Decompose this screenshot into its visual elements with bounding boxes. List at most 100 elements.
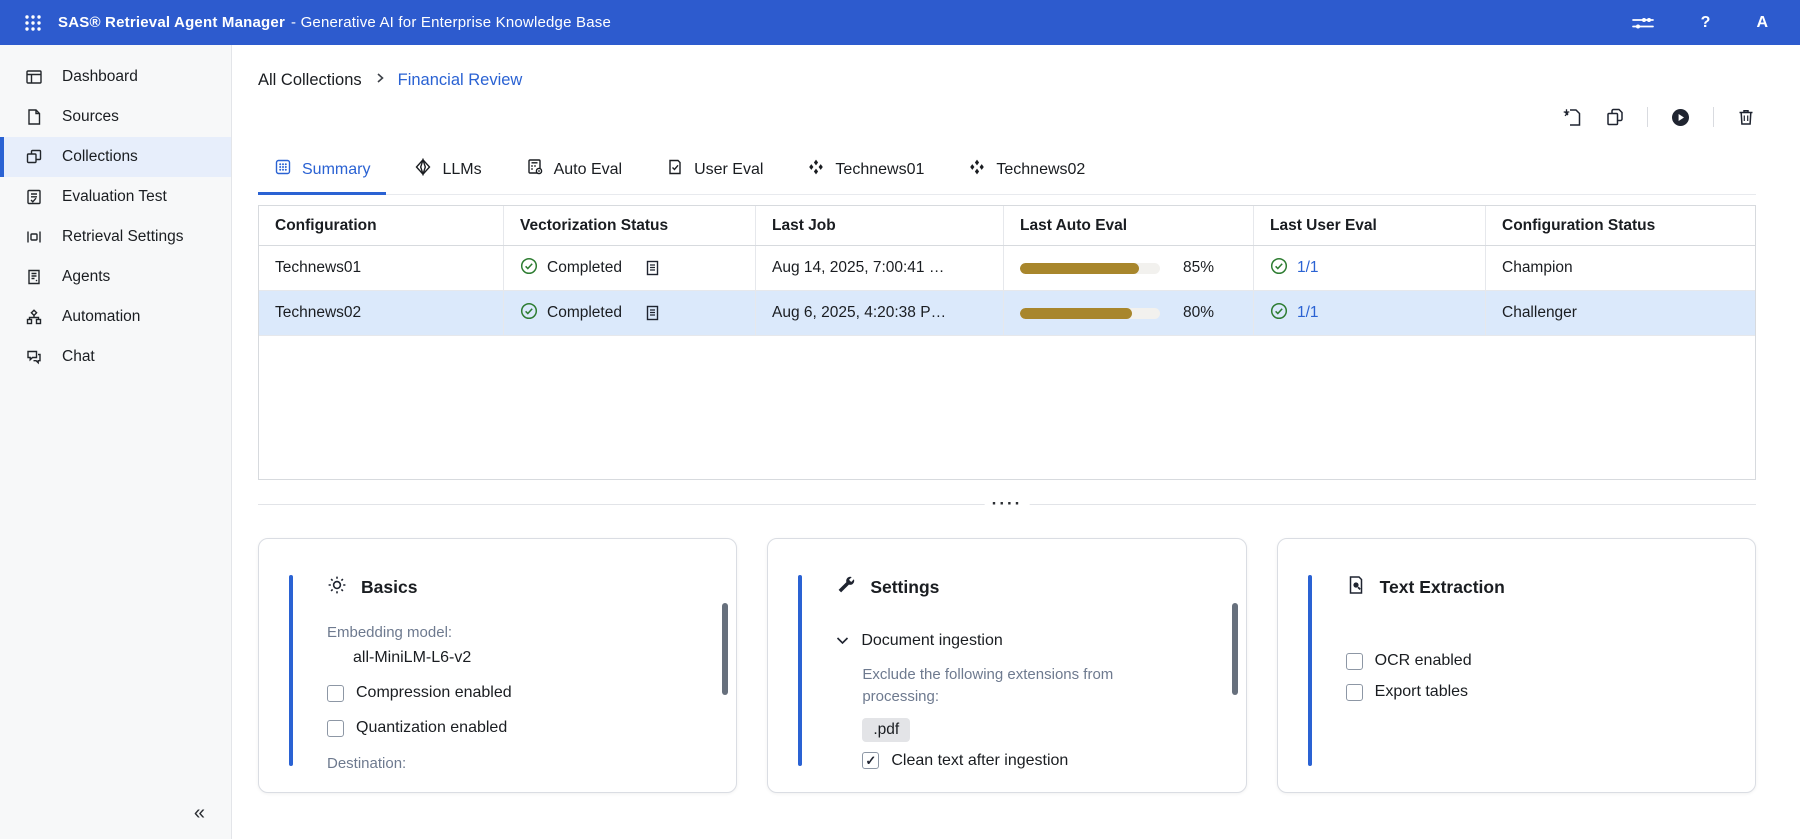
document-ingestion-toggle[interactable]: Document ingestion xyxy=(836,632,1215,650)
last-auto-eval-cell: 85% xyxy=(1004,246,1254,290)
sidebar-collapse-button[interactable]: « xyxy=(194,802,205,825)
compression-checkbox[interactable] xyxy=(327,685,344,702)
column-header: Last Auto Eval xyxy=(1004,206,1254,245)
column-header: Last User Eval xyxy=(1254,206,1486,245)
success-check-icon xyxy=(520,302,538,325)
table-row[interactable]: Technews01 Completed xyxy=(259,246,1755,291)
tab-label: Technews02 xyxy=(996,161,1085,179)
toolbar-divider xyxy=(1713,107,1714,127)
sidebar-item-label: Retrieval Settings xyxy=(62,228,183,246)
success-check-icon xyxy=(1270,257,1288,280)
table-row[interactable]: Technews02 Completed xyxy=(259,291,1755,336)
clean-text-checkbox[interactable] xyxy=(862,752,879,769)
checkbox-label: Compression enabled xyxy=(356,684,512,702)
success-check-icon xyxy=(520,257,538,280)
column-header: Last Job xyxy=(756,206,1004,245)
tab-label: Auto Eval xyxy=(554,161,622,179)
run-icon[interactable] xyxy=(1670,107,1691,128)
llm-gem-icon xyxy=(414,158,432,181)
text-extraction-card: Text Extraction OCR enabled Export table… xyxy=(1277,538,1756,793)
app-root: SAS® Retrieval Agent Manager- Generative… xyxy=(0,0,1800,839)
chat-icon xyxy=(24,348,44,366)
card-title: Settings xyxy=(870,577,939,598)
column-header: Configuration Status xyxy=(1486,206,1755,245)
gear-icon xyxy=(327,575,347,600)
configuration-cell: Technews02 xyxy=(259,291,504,335)
tab-technews01[interactable]: Technews01 xyxy=(791,150,940,195)
last-job-text: Aug 14, 2025, 7:00:41 … xyxy=(772,259,944,277)
app-title-subtitle: - Generative AI for Enterprise Knowledge… xyxy=(291,14,611,31)
sidebar-item-label: Agents xyxy=(62,268,110,286)
sidebar-item-label: Collections xyxy=(62,148,138,166)
sidebar-item-dashboard[interactable]: Dashboard xyxy=(0,57,231,97)
avatar[interactable]: A xyxy=(1756,14,1768,32)
last-auto-eval-cell: 80% xyxy=(1004,291,1254,335)
card-scrollbar[interactable] xyxy=(722,603,728,695)
checkbox-label: Clean text after ingestion xyxy=(891,752,1068,770)
vectorization-status-cell: Completed xyxy=(504,291,756,335)
exclude-extensions-label: Exclude the following extensions from pr… xyxy=(862,664,1192,708)
sliders-icon[interactable] xyxy=(1631,15,1655,31)
user-eval-link[interactable]: 1/1 xyxy=(1297,259,1319,277)
configuration-status-text: Challenger xyxy=(1502,304,1577,322)
embedding-model-label: Embedding model: xyxy=(327,624,706,641)
breadcrumb-current: Financial Review xyxy=(398,71,523,90)
tab-summary[interactable]: Summary xyxy=(258,150,386,195)
log-icon[interactable] xyxy=(645,260,660,276)
breadcrumb: All Collections Financial Review xyxy=(258,71,1756,90)
card-accent-bar xyxy=(798,575,802,766)
detail-cards: Basics Embedding model: all-MiniLM-L6-v2… xyxy=(258,538,1756,793)
log-icon[interactable] xyxy=(645,305,660,321)
config-diamond-icon xyxy=(968,158,986,181)
tab-auto-eval[interactable]: Auto Eval xyxy=(510,150,638,195)
summary-grid-icon xyxy=(274,158,292,181)
vectorization-status-text: Completed xyxy=(547,259,622,277)
settings-card: Settings Document ingestion Exclude the … xyxy=(767,538,1246,793)
last-job-cell: Aug 6, 2025, 4:20:38 P… xyxy=(756,291,1004,335)
configuration-status-cell: Champion xyxy=(1486,246,1755,290)
app-title: SAS® Retrieval Agent Manager- Generative… xyxy=(58,14,611,31)
tab-user-eval[interactable]: User Eval xyxy=(650,150,779,195)
configurations-table: Configuration Vectorization Status Last … xyxy=(258,205,1756,480)
vectorization-status-cell: Completed xyxy=(504,246,756,290)
sidebar-item-label: Automation xyxy=(62,308,140,326)
quantization-checkbox[interactable] xyxy=(327,720,344,737)
user-eval-link[interactable]: 1/1 xyxy=(1297,304,1319,322)
configuration-cell: Technews01 xyxy=(259,246,504,290)
chevron-right-icon xyxy=(374,71,386,90)
column-header: Vectorization Status xyxy=(504,206,756,245)
splitter-drag-handle[interactable]: ···· xyxy=(985,498,1030,510)
card-scrollbar[interactable] xyxy=(1232,603,1238,695)
delete-icon[interactable] xyxy=(1736,107,1756,127)
duplicate-icon[interactable] xyxy=(1605,107,1625,127)
tab-technews02[interactable]: Technews02 xyxy=(952,150,1101,195)
embedding-model-value: all-MiniLM-L6-v2 xyxy=(353,649,706,667)
export-tables-checkbox[interactable] xyxy=(1346,684,1363,701)
auto-eval-percent: 85% xyxy=(1183,259,1214,277)
app-grid-icon[interactable] xyxy=(24,14,42,32)
sidebar-item-automation[interactable]: Automation xyxy=(0,297,231,337)
sidebar-item-chat[interactable]: Chat xyxy=(0,337,231,377)
auto-eval-progress-bar xyxy=(1020,263,1160,274)
card-accent-bar xyxy=(289,575,293,766)
chevron-down-icon xyxy=(836,632,849,650)
last-user-eval-cell: 1/1 xyxy=(1254,291,1486,335)
sidebar-item-retrieval-settings[interactable]: Retrieval Settings xyxy=(0,217,231,257)
sidebar-item-evaluation-test[interactable]: Evaluation Test xyxy=(0,177,231,217)
app-header: SAS® Retrieval Agent Manager- Generative… xyxy=(0,0,1800,45)
auto-eval-icon xyxy=(526,158,544,181)
checkbox-label: Export tables xyxy=(1375,683,1468,701)
tab-label: Technews01 xyxy=(835,161,924,179)
breadcrumb-all-collections[interactable]: All Collections xyxy=(258,71,362,90)
sidebar-item-sources[interactable]: Sources xyxy=(0,97,231,137)
new-configuration-icon[interactable] xyxy=(1562,107,1583,128)
auto-eval-progress-bar xyxy=(1020,308,1160,319)
tab-llms[interactable]: LLMs xyxy=(398,150,497,195)
dashboard-icon xyxy=(24,68,44,86)
sidebar-item-collections[interactable]: Collections xyxy=(0,137,231,177)
table-empty-area xyxy=(259,336,1755,479)
help-button[interactable]: ? xyxy=(1701,14,1711,32)
sidebar-item-agents[interactable]: Agents xyxy=(0,257,231,297)
ocr-enabled-checkbox[interactable] xyxy=(1346,653,1363,670)
checkbox-label: OCR enabled xyxy=(1375,652,1472,670)
